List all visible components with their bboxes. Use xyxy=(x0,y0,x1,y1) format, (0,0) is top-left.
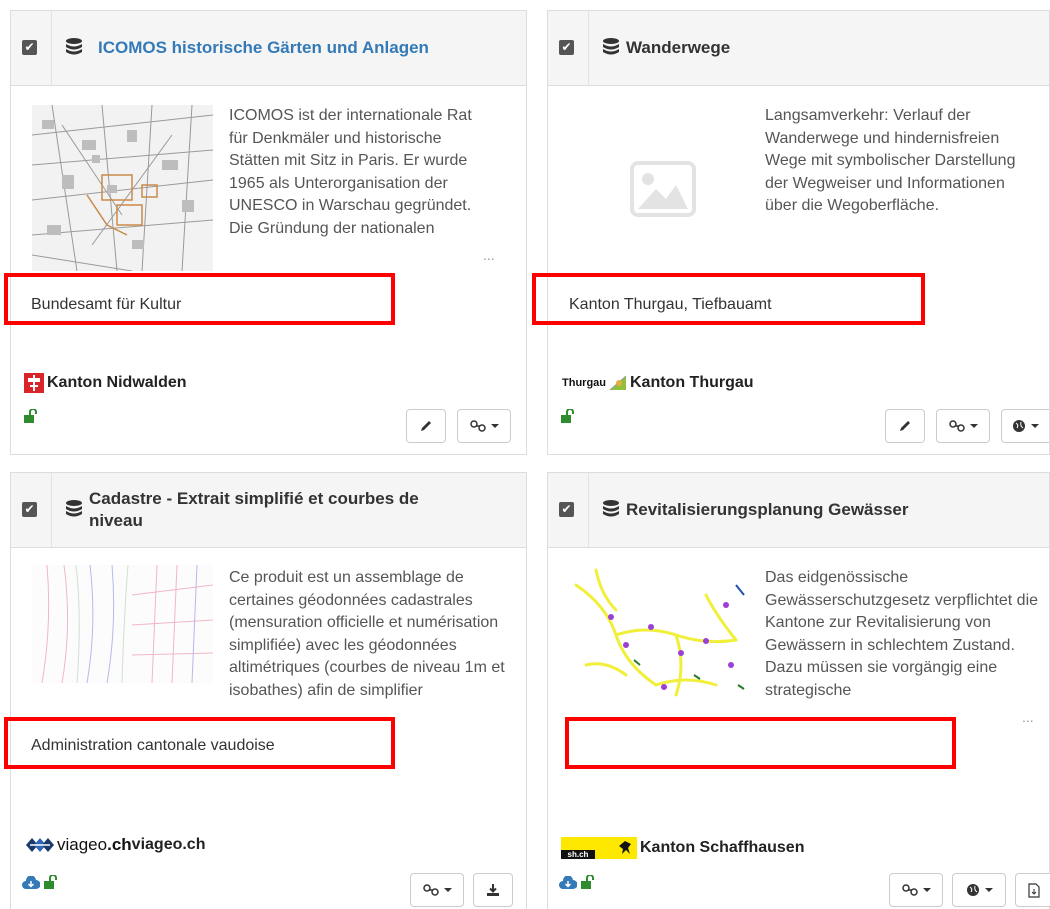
dataset-title-link[interactable]: ICOMOS historische Gärten und Anlagen xyxy=(98,37,486,59)
organization-label: Kanton Nidwalden xyxy=(47,374,187,391)
map-thumbnail xyxy=(32,105,213,271)
chevron-down-icon xyxy=(984,888,993,892)
dataset-card-revitalisierung: ✔ Revitalisierungsplanung Gewässer Das e… xyxy=(547,472,1050,909)
checkbox-cell: ✔ xyxy=(548,473,589,547)
organization-name: sh.ch Kanton Schaffhausen xyxy=(561,837,804,859)
organization-label: viageo.ch xyxy=(131,836,206,853)
checkbox-cell: ✔ xyxy=(548,11,589,85)
dataset-title-link[interactable]: Cadastre - Extrait simplifié et courbes … xyxy=(89,488,469,532)
thurgau-logo: Thurgau xyxy=(562,377,606,389)
open-lock-icon xyxy=(561,409,574,423)
open-lock-icon xyxy=(44,875,57,889)
chevron-down-icon xyxy=(1031,424,1039,428)
link-icon xyxy=(948,420,965,432)
dataset-title-link[interactable]: Wanderwege xyxy=(626,37,1009,59)
organization-label: Kanton Schaffhausen xyxy=(640,839,805,856)
dataset-card-cadastre: ✔ Cadastre - Extrait simplifié et courbe… xyxy=(10,472,527,909)
edit-button[interactable] xyxy=(406,409,446,443)
ram-icon xyxy=(619,841,631,854)
chevron-down-icon xyxy=(443,888,452,892)
organization-name: Thurgau Kanton Thurgau xyxy=(562,374,754,392)
thurgau-lions-icon xyxy=(609,375,627,391)
card-header: ✔ Revitalisierungsplanung Gewässer xyxy=(548,473,1049,548)
select-checkbox[interactable]: ✔ xyxy=(559,40,574,55)
pencil-icon xyxy=(421,421,431,431)
file-button[interactable] xyxy=(1015,873,1050,907)
waterways-thumbnail xyxy=(566,565,751,705)
highlight-box-publisher xyxy=(532,273,925,325)
links-dropdown-button[interactable] xyxy=(936,409,990,443)
organization-name: viageo.ch viageo.ch xyxy=(24,835,205,855)
chevron-down-icon xyxy=(922,888,931,892)
database-icon xyxy=(603,38,619,55)
schaffhausen-logo: sh.ch xyxy=(561,837,637,859)
select-checkbox[interactable]: ✔ xyxy=(559,502,574,517)
download-button[interactable] xyxy=(473,873,513,907)
select-checkbox[interactable]: ✔ xyxy=(22,502,37,517)
link-icon xyxy=(422,884,439,896)
map-viewer-dropdown-button[interactable] xyxy=(952,873,1006,907)
database-icon xyxy=(66,500,82,517)
nidwalden-coat-of-arms-icon xyxy=(24,373,44,393)
database-icon xyxy=(66,38,82,55)
card-header: ✔ Wanderwege xyxy=(548,11,1049,86)
image-placeholder-icon xyxy=(630,161,696,217)
cloud-download-icon xyxy=(22,876,40,889)
database-icon xyxy=(603,500,619,517)
download-icon xyxy=(487,884,499,896)
links-dropdown-button[interactable] xyxy=(410,873,464,907)
chevron-down-icon xyxy=(490,424,499,428)
dataset-description: Ce produit est un assemblage de certaine… xyxy=(229,569,505,699)
card-header: ✔ Cadastre - Extrait simplifié et courbe… xyxy=(11,473,526,548)
dataset-description: Langsamverkehr: Verlauf der Wanderwege u… xyxy=(765,107,1016,214)
links-dropdown-button[interactable] xyxy=(457,409,511,443)
globe-icon xyxy=(966,884,979,896)
description-ellipsis: ... xyxy=(483,247,495,263)
highlight-box-publisher xyxy=(565,717,956,769)
map-viewer-dropdown-button[interactable] xyxy=(1001,409,1049,443)
highlight-box-publisher xyxy=(4,717,395,769)
open-lock-icon xyxy=(24,409,37,423)
organization-name: Kanton Nidwalden xyxy=(24,373,187,393)
dataset-title-link[interactable]: Revitalisierungsplanung Gewässer xyxy=(626,499,1009,521)
dataset-description: ICOMOS ist der internationale Rat für De… xyxy=(229,107,472,237)
checkbox-cell: ✔ xyxy=(11,11,52,85)
chevron-down-icon xyxy=(969,424,978,428)
card-header: ✔ ICOMOS historische Gärten und Anlagen xyxy=(11,11,526,86)
open-lock-icon xyxy=(581,875,594,889)
cloud-download-icon xyxy=(559,876,577,889)
edit-button[interactable] xyxy=(885,409,925,443)
dataset-description: Das eidgenössische Gewässerschutzgesetz … xyxy=(765,569,1039,699)
checkbox-cell: ✔ xyxy=(11,473,52,547)
select-checkbox[interactable]: ✔ xyxy=(22,40,37,55)
pencil-icon xyxy=(900,421,910,431)
description-ellipsis: ... xyxy=(1022,709,1034,725)
globe-icon xyxy=(1013,420,1025,432)
file-icon xyxy=(1027,882,1040,898)
dataset-card-wanderwege: ✔ Wanderwege Langsamverkehr: Verlauf der… xyxy=(547,10,1050,455)
links-dropdown-button[interactable] xyxy=(889,873,943,907)
link-icon xyxy=(901,884,918,896)
highlight-box-publisher xyxy=(4,273,395,325)
viageo-logo-icon xyxy=(26,838,54,852)
dataset-card-icomos: ✔ ICOMOS historische Gärten und Anlagen xyxy=(10,10,527,455)
organization-label: Kanton Thurgau xyxy=(630,374,754,391)
viageo-logo-text: viageo.ch xyxy=(57,835,132,854)
cadastre-thumbnail xyxy=(32,565,213,683)
link-icon xyxy=(469,420,486,432)
